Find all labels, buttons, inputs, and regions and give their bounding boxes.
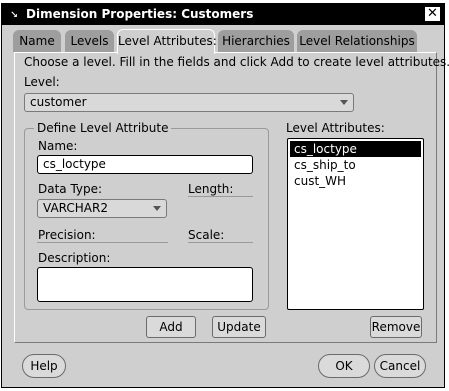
instructions-text: Choose a level. Fill in the fields and c… — [24, 55, 449, 69]
dialog-window: ↘ Dimension Properties: Customers ✕ Name… — [0, 0, 449, 391]
length-field[interactable] — [188, 196, 253, 197]
cancel-button[interactable]: Cancel — [374, 354, 426, 378]
level-label: Level: — [24, 75, 60, 89]
description-label: Description: — [38, 251, 111, 265]
description-field[interactable] — [37, 267, 253, 302]
tab-label: Name — [19, 34, 55, 48]
tab-levels[interactable]: Levels — [65, 30, 114, 52]
chevron-down-icon — [153, 206, 161, 211]
list-item[interactable]: cust_WH — [290, 173, 421, 189]
close-icon: ✕ — [427, 6, 438, 21]
title-bar[interactable]: ↘ Dimension Properties: Customers ✕ — [2, 4, 444, 25]
close-button[interactable]: ✕ — [424, 6, 441, 22]
list-item[interactable]: cs_ship_to — [290, 157, 421, 173]
tab-label: Levels — [70, 34, 109, 48]
length-label: Length: — [188, 182, 234, 196]
tab-level-attributes[interactable]: Level Attributes: — [117, 29, 217, 54]
tab-name[interactable]: Name — [13, 30, 61, 52]
precision-label: Precision: — [38, 228, 96, 242]
level-select[interactable]: customer — [24, 93, 354, 112]
remove-button[interactable]: Remove — [370, 316, 422, 338]
list-item[interactable]: cs_loctype — [290, 141, 421, 157]
scale-field[interactable] — [188, 242, 253, 243]
level-attributes-label: Level Attributes: — [286, 121, 385, 135]
scale-label: Scale: — [188, 228, 225, 242]
data-type-label: Data Type: — [38, 182, 103, 196]
level-attributes-list[interactable]: cs_loctype cs_ship_to cust_WH — [287, 138, 424, 310]
precision-field[interactable] — [37, 242, 168, 243]
window-menu-icon[interactable]: ↘ — [6, 6, 22, 22]
add-button[interactable]: Add — [146, 316, 196, 338]
tab-hierarchies[interactable]: Hierarchies — [218, 30, 294, 52]
level-select-value: customer — [30, 95, 87, 109]
data-type-select[interactable]: VARCHAR2 — [37, 199, 167, 218]
name-field[interactable]: cs_loctype — [37, 155, 253, 174]
define-group-label: Define Level Attribute — [34, 121, 172, 135]
tab-level-relationships[interactable]: Level Relationships — [297, 30, 417, 52]
window-title: Dimension Properties: Customers — [26, 7, 254, 21]
data-type-value: VARCHAR2 — [43, 201, 108, 215]
update-button[interactable]: Update — [212, 316, 266, 338]
tab-label: Level Relationships — [299, 34, 415, 48]
chevron-down-icon — [340, 100, 348, 105]
tab-label: Level Attributes: — [118, 34, 217, 48]
ok-button[interactable]: OK — [318, 354, 370, 378]
tab-label: Hierarchies — [222, 34, 290, 48]
help-button[interactable]: Help — [22, 354, 66, 378]
name-label: Name: — [38, 139, 78, 153]
